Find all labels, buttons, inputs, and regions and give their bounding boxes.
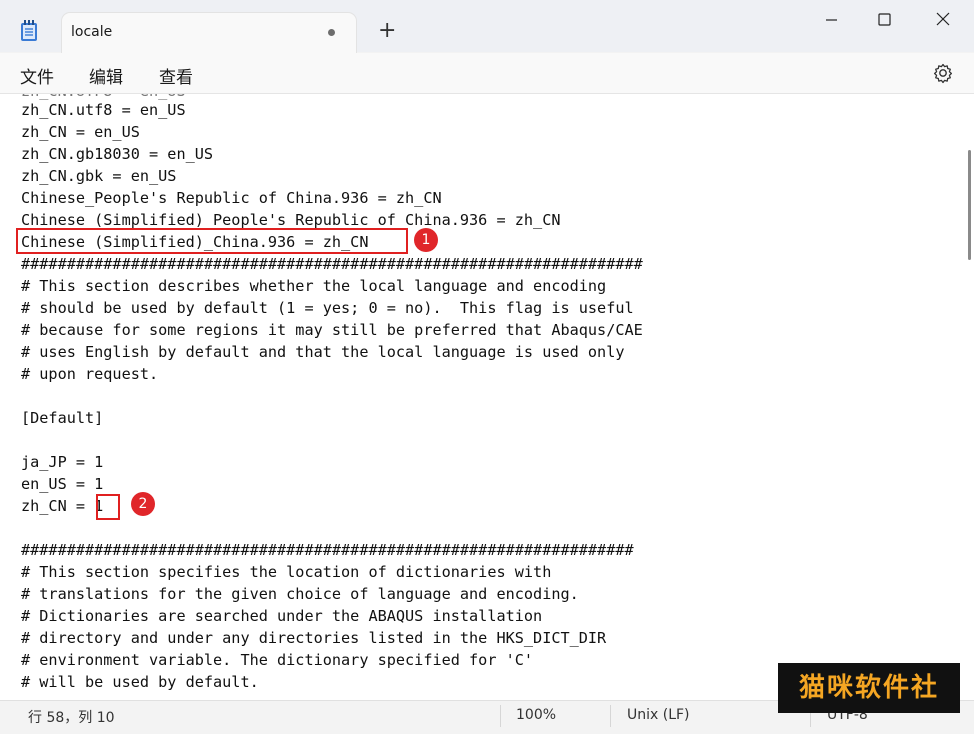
editor-line: [Default] [21,409,104,427]
gear-icon[interactable] [932,62,954,84]
menu-bar: 文件 编辑 查看 [0,53,974,94]
editor-line: # will be used by default. [21,673,259,691]
cursor-position: 行 58，列 10 [28,710,115,726]
editor-line: en_US = 1 [21,475,104,493]
menu-file[interactable]: 文件 [20,63,54,88]
status-divider [500,705,501,727]
minimize-icon[interactable] [808,8,854,32]
highlight-box-2 [96,494,120,520]
scrollbar-thumb[interactable] [968,150,971,260]
title-bar: locale + [0,0,974,53]
editor-line: # environment variable. The dictionary s… [21,651,534,669]
editor-line: zh_CN.gbk = en_US [21,167,177,185]
menu-view[interactable]: 查看 [159,63,193,88]
editor-line: # This section specifies the location of… [21,563,552,581]
editor-line: zh_CN.utf8 = en_US [21,101,186,119]
editor-line: # This section describes whether the loc… [21,277,607,295]
editor-line: # directory and under any directories li… [21,629,607,647]
tab-locale[interactable]: locale [62,13,356,53]
editor-line: # upon request. [21,365,159,383]
editor-line: ########################################… [21,255,643,273]
watermark-logo: 猫咪软件社 [778,663,960,713]
editor-line: # should be used by default (1 = yes; 0 … [21,299,634,317]
editor-line: zh_CN.gb18030 = en_US [21,145,214,163]
editor-line: ########################################… [21,541,634,559]
editor-line: # Dictionaries are searched under the AB… [21,607,543,625]
tab-title: locale [71,24,113,40]
highlight-box-1 [16,228,408,254]
editor-line: zh_CN = en_US [21,123,140,141]
maximize-icon[interactable] [861,8,907,32]
menu-edit[interactable]: 编辑 [89,63,123,88]
annotation-badge-2: 2 [131,492,155,516]
text-editor[interactable]: zh_CN.UTF8 = en_US zh_CN.utf8 = en_USzh_… [0,94,974,700]
notepad-icon [21,20,37,41]
editor-line: Chinese_People's Republic of China.936 =… [21,189,442,207]
editor-line: # because for some regions it may still … [21,321,643,339]
annotation-badge-1: 1 [414,228,438,252]
zoom-level[interactable]: 100% [516,707,556,723]
new-tab-button[interactable]: + [378,20,396,42]
close-icon[interactable] [920,8,966,32]
editor-line: zh_CN = 1 [21,497,104,515]
status-divider [610,705,611,727]
editor-line: ja_JP = 1 [21,453,104,471]
line-ending[interactable]: Unix (LF) [627,707,690,723]
editor-line: # uses English by default and that the l… [21,343,625,361]
editor-line: # translations for the given choice of l… [21,585,579,603]
unsaved-dot-icon[interactable] [328,29,335,36]
